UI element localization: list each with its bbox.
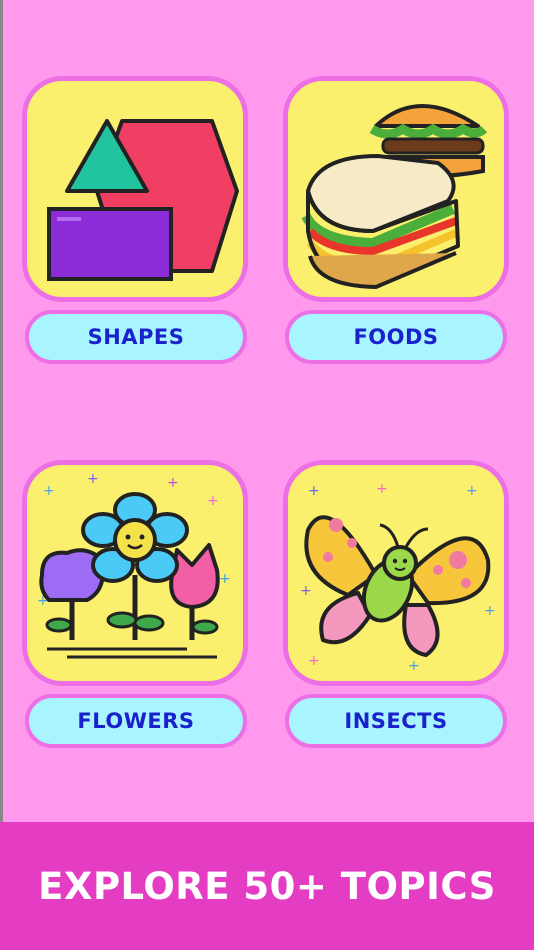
topic-button-shapes[interactable]: SHAPES (25, 310, 247, 364)
topic-button-foods[interactable]: FOODS (285, 310, 507, 364)
svg-text:+: + (308, 483, 320, 499)
topic-button-flowers[interactable]: FLOWERS (25, 694, 247, 748)
topic-card-foods[interactable] (283, 76, 509, 302)
banner-text: EXPLORE 50+ TOPICS (38, 864, 496, 908)
topic-label-shapes: SHAPES (87, 325, 185, 349)
svg-text:+: + (300, 583, 312, 599)
flowers-icon: + + + + + + (37, 471, 231, 659)
topic-card-insects[interactable]: + + + + + + + (283, 460, 509, 686)
topic-label-flowers: FLOWERS (77, 709, 195, 733)
svg-text:+: + (167, 475, 179, 491)
svg-text:+: + (43, 483, 55, 499)
svg-text:+: + (219, 571, 231, 587)
sandwich-burger-icon (301, 104, 488, 290)
svg-text:+: + (408, 658, 420, 674)
topic-button-insects[interactable]: INSECTS (285, 694, 507, 748)
svg-text:+: + (484, 603, 496, 619)
topic-label-foods: FOODS (353, 325, 439, 349)
shapes-icon (47, 119, 239, 281)
topic-card-shapes[interactable] (22, 76, 248, 302)
promo-banner: EXPLORE 50+ TOPICS (0, 822, 534, 950)
svg-text:+: + (87, 471, 99, 487)
butterfly-icon: + + + + + + + (300, 481, 496, 674)
svg-text:+: + (308, 653, 320, 669)
topic-label-insects: INSECTS (344, 709, 448, 733)
svg-text:+: + (466, 483, 478, 499)
left-edge-divider (0, 0, 3, 822)
svg-text:+: + (376, 481, 388, 497)
svg-text:+: + (207, 493, 219, 509)
topic-card-flowers[interactable]: + + + + + + (22, 460, 248, 686)
